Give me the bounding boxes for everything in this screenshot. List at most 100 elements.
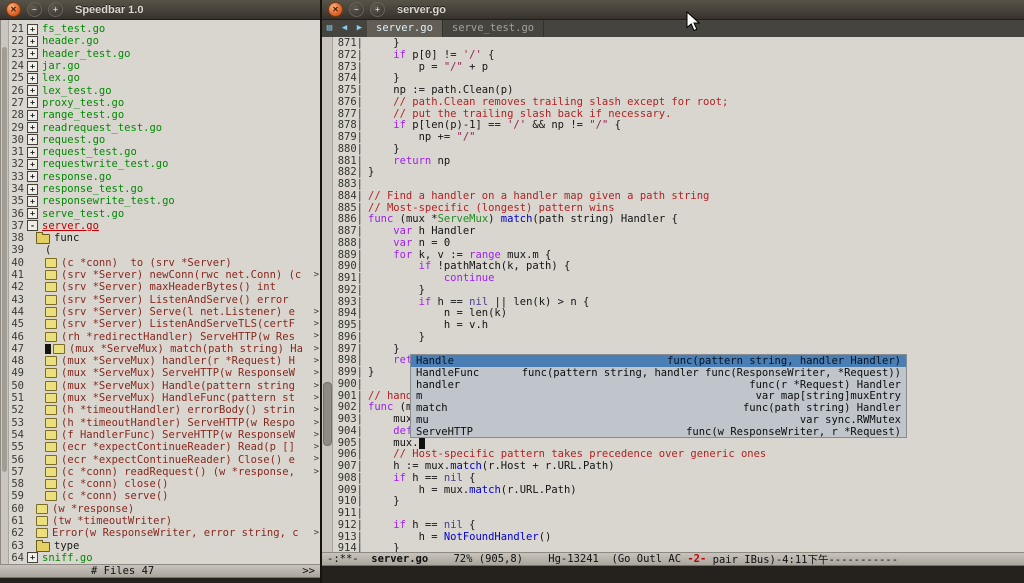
speedbar-item-label[interactable]: (h *timeoutHandler) ServeHTTP(w Respo — [61, 417, 295, 429]
expander-icon[interactable]: + — [27, 171, 38, 182]
speedbar-item[interactable]: 59(c *conn) serve() — [9, 490, 320, 502]
expander-icon[interactable]: + — [27, 208, 38, 219]
code-line[interactable]: 908| if h == nil { — [333, 472, 1024, 484]
autocomplete-item[interactable]: matchfunc(path string) Handler — [411, 402, 906, 414]
close-button[interactable]: ✕ — [328, 2, 343, 17]
speedbar-item[interactable]: 25+lex.go — [9, 72, 320, 84]
speedbar-item[interactable]: 54(f HandlerFunc) ServeHTTP(w ResponseW> — [9, 429, 320, 441]
speedbar-item-label[interactable]: response_test.go — [42, 183, 143, 195]
speedbar-item[interactable]: 42(srv *Server) maxHeaderBytes() int — [9, 281, 320, 293]
speedbar-item[interactable]: 26+lex_test.go — [9, 84, 320, 96]
speedbar-item[interactable]: 29+readrequest_test.go — [9, 121, 320, 133]
code-line[interactable]: 907| h := mux.match(r.Host + r.URL.Path) — [333, 460, 1024, 472]
scrollbar-thumb[interactable] — [2, 47, 7, 471]
minimize-button[interactable]: – — [349, 2, 364, 17]
speedbar-item[interactable]: 40(c *conn) to (srv *Server) — [9, 257, 320, 269]
autocomplete-item[interactable]: mvar map[string]muxEntry — [411, 390, 906, 402]
speedbar-item[interactable]: 23+header_test.go — [9, 48, 320, 60]
speedbar-item-label[interactable]: (mux *ServeMux) match(path string) Ha — [69, 343, 303, 355]
tab-server.go[interactable]: server.go — [367, 20, 443, 37]
speedbar-item[interactable]: 57(c *conn) readRequest() (w *response,> — [9, 466, 320, 478]
expander-icon[interactable]: - — [27, 220, 38, 231]
speedbar-item[interactable]: 48(mux *ServeMux) handler(r *Request) H> — [9, 355, 320, 367]
expander-icon[interactable]: + — [27, 85, 38, 96]
speedbar-item-label[interactable]: (c *conn) to (srv *Server) — [61, 257, 232, 269]
expander-icon[interactable]: + — [27, 134, 38, 145]
speedbar-item[interactable]: 51(mux *ServeMux) HandleFunc(pattern st> — [9, 392, 320, 404]
speedbar-item-label[interactable]: response.go — [42, 171, 112, 183]
tab-bar[interactable]: ▤◀▶ server.goserve_test.go — [322, 20, 1024, 38]
code-line[interactable]: 911| — [333, 507, 1024, 519]
speedbar-item-label[interactable]: requestwrite_test.go — [42, 158, 168, 170]
speedbar-item-label[interactable]: (tw *timeoutWriter) — [52, 515, 172, 527]
code-line[interactable]: 894| n = len(k) — [333, 307, 1024, 319]
code-line[interactable]: 881| return np — [333, 155, 1024, 167]
autocomplete-item[interactable]: HandleFuncfunc(pattern string, handler f… — [411, 367, 906, 379]
speedbar-item-label[interactable]: Error(w ResponseWriter, error string, c — [52, 527, 299, 539]
speedbar-item-label[interactable]: request.go — [42, 134, 105, 146]
speedbar-item[interactable]: 39( — [9, 244, 320, 256]
speedbar-item[interactable]: 41(srv *Server) newConn(rwc net.Conn) (c… — [9, 269, 320, 281]
speedbar-item[interactable]: 38func — [9, 232, 320, 244]
code-line[interactable]: 883| — [333, 178, 1024, 190]
speedbar-item[interactable]: 46(rh *redirectHandler) ServeHTTP(w Res> — [9, 330, 320, 342]
scrollbar-thumb[interactable] — [323, 382, 332, 446]
code-line[interactable]: 906| // Host-specific pattern takes prec… — [333, 448, 1024, 460]
expander-icon[interactable]: + — [27, 147, 38, 158]
speedbar-item-label[interactable]: (mux *ServeMux) ServeHTTP(w ResponseW — [61, 367, 295, 379]
code-line[interactable]: 879| np += "/" — [333, 131, 1024, 143]
code-line[interactable]: 887| var h Handler — [333, 225, 1024, 237]
code-line[interactable]: 889| for k, v := range mux.m { — [333, 249, 1024, 261]
speedbar-item[interactable]: 34+response_test.go — [9, 183, 320, 195]
code-line[interactable]: 895| h = v.h — [333, 319, 1024, 331]
speedbar-item-label[interactable]: header.go — [42, 35, 99, 47]
speedbar-scrollbar[interactable] — [1, 20, 9, 564]
code-line[interactable]: 910| } — [333, 495, 1024, 507]
speedbar-item[interactable]: 30+request.go — [9, 134, 320, 146]
speedbar-item[interactable]: 50(mux *ServeMux) Handle(pattern string> — [9, 380, 320, 392]
autocomplete-item[interactable]: handlerfunc(r *Request) Handler — [411, 379, 906, 391]
emacs-modeline[interactable]: -:**- server.go 72% (905,8) Hg-13241 (Go… — [322, 552, 1024, 566]
code-line[interactable]: 876| // path.Clean removes trailing slas… — [333, 96, 1024, 108]
speedbar-item[interactable]: 22+header.go — [9, 35, 320, 47]
speedbar-item-label[interactable]: (ecr *expectContinueReader) Close() e — [61, 454, 295, 466]
speedbar-item-label[interactable]: server.go — [42, 220, 99, 232]
speedbar-item-label[interactable]: (srv *Server) Serve(l net.Listener) e — [61, 306, 295, 318]
code-line[interactable]: 888| var n = 0 — [333, 237, 1024, 249]
speedbar-item[interactable]: 47(mux *ServeMux) match(path string) Ha> — [9, 343, 320, 355]
speedbar-item[interactable]: 31+request_test.go — [9, 146, 320, 158]
code-line[interactable]: 886|func (mux *ServeMux) match(path stri… — [333, 213, 1024, 225]
code-line[interactable]: 912| if h == nil { — [333, 519, 1024, 531]
code-line[interactable]: 893| if h == nil || len(k) > n { — [333, 296, 1024, 308]
code-line[interactable]: 890| if !pathMatch(k, path) { — [333, 260, 1024, 272]
minimize-button[interactable]: – — [27, 2, 42, 17]
code-line[interactable]: 885|// Most-specific (longest) pattern w… — [333, 202, 1024, 214]
code-line[interactable]: 871| } — [333, 37, 1024, 49]
speedbar-item-label[interactable]: header_test.go — [42, 48, 131, 60]
code-line[interactable]: 897| } — [333, 343, 1024, 355]
speedbar-item-label[interactable]: func — [54, 232, 79, 244]
speedbar-item[interactable]: 21+fs_test.go — [9, 23, 320, 35]
speedbar-item-label[interactable]: lex.go — [42, 72, 80, 84]
expander-icon[interactable]: + — [27, 122, 38, 133]
speedbar-modeline[interactable]: # Files 47 >> — [0, 564, 320, 578]
code-line[interactable]: 873| p = "/" + p — [333, 61, 1024, 73]
code-line[interactable]: 882|} — [333, 166, 1024, 178]
emacs-titlebar[interactable]: ✕ – + server.go — [322, 0, 1024, 20]
speedbar-item-label[interactable]: (c *conn) readRequest() (w *response, — [61, 466, 295, 478]
speedbar-item-label[interactable]: (mux *ServeMux) Handle(pattern string — [61, 380, 295, 392]
speedbar-item[interactable]: 61(tw *timeoutWriter) — [9, 515, 320, 527]
expander-icon[interactable]: + — [27, 110, 38, 121]
code-line[interactable]: 872| if p[0] != '/' { — [333, 49, 1024, 61]
speedbar-item-label[interactable]: (srv *Server) maxHeaderBytes() int — [61, 281, 276, 293]
speedbar-item-label[interactable]: (h *timeoutHandler) errorBody() strin — [61, 404, 295, 416]
speedbar-item-label[interactable]: request_test.go — [42, 146, 137, 158]
speedbar-file-list[interactable]: 21+fs_test.go22+header.go23+header_test.… — [0, 20, 320, 564]
speedbar-item[interactable]: 55(ecr *expectContinueReader) Read(p []> — [9, 441, 320, 453]
speedbar-item-label[interactable]: lex_test.go — [42, 85, 112, 97]
expander-icon[interactable]: + — [27, 552, 38, 563]
autocomplete-item[interactable]: Handlefunc(pattern string, handler Handl… — [411, 355, 906, 367]
speedbar-item[interactable]: 37-server.go — [9, 220, 320, 232]
expander-icon[interactable]: + — [27, 24, 38, 35]
maximize-button[interactable]: + — [370, 2, 385, 17]
